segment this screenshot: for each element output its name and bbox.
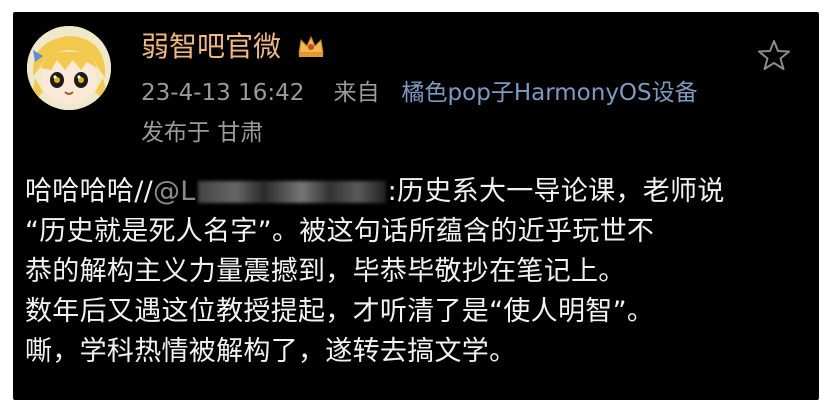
post-line-4: 数年后又遇这位教授提起，才听清了是“使人明智”。 [25,296,655,327]
post-source-link[interactable]: 橘色pop子HarmonyOS设备 [402,80,698,106]
post-line-2: “历史就是死人名字”。被这句话所蕴含的近乎玩世不 [25,216,655,247]
author-name-text[interactable]: 弱智吧官微 [141,30,281,63]
anime-girl-avatar-icon [27,26,111,110]
post-location: 发布于 甘肃 [141,120,264,146]
post-date: 23-4-13 16:42 [141,80,305,106]
post-line-3: 恭的解构主义力量震撼到，毕恭毕敬抄在笔记上。 [25,256,626,287]
blurred-username [197,181,386,203]
post-line-1: 哈哈哈哈//@L :历史系大一导论课，老师说 [25,172,815,212]
post-text-prefix: 哈哈哈哈// [25,176,153,207]
weibo-post-card: 弱智吧官微 23-4-13 16:42 来自 橘色pop子HarmonyOS设备… [13,12,819,400]
post-body: 哈哈哈哈//@L :历史系大一导论课，老师说 “历史就是死人名字”。被这句话所蕴含… [25,172,815,372]
from-label: 来自 [333,80,380,106]
mention-link[interactable]: @L [153,176,196,207]
crown-badge-icon [296,33,326,67]
author-name[interactable]: 弱智吧官微 [141,30,326,67]
post-meta: 23-4-13 16:42 来自 橘色pop子HarmonyOS设备 [141,78,698,108]
post-line-5: 嘶，学科热情被解构了，遂转去搞文学。 [25,336,517,367]
user-avatar[interactable] [27,26,111,110]
post-text-suffix: :历史系大一导论课，老师说 [387,176,725,207]
favorite-star-icon[interactable] [757,38,791,72]
